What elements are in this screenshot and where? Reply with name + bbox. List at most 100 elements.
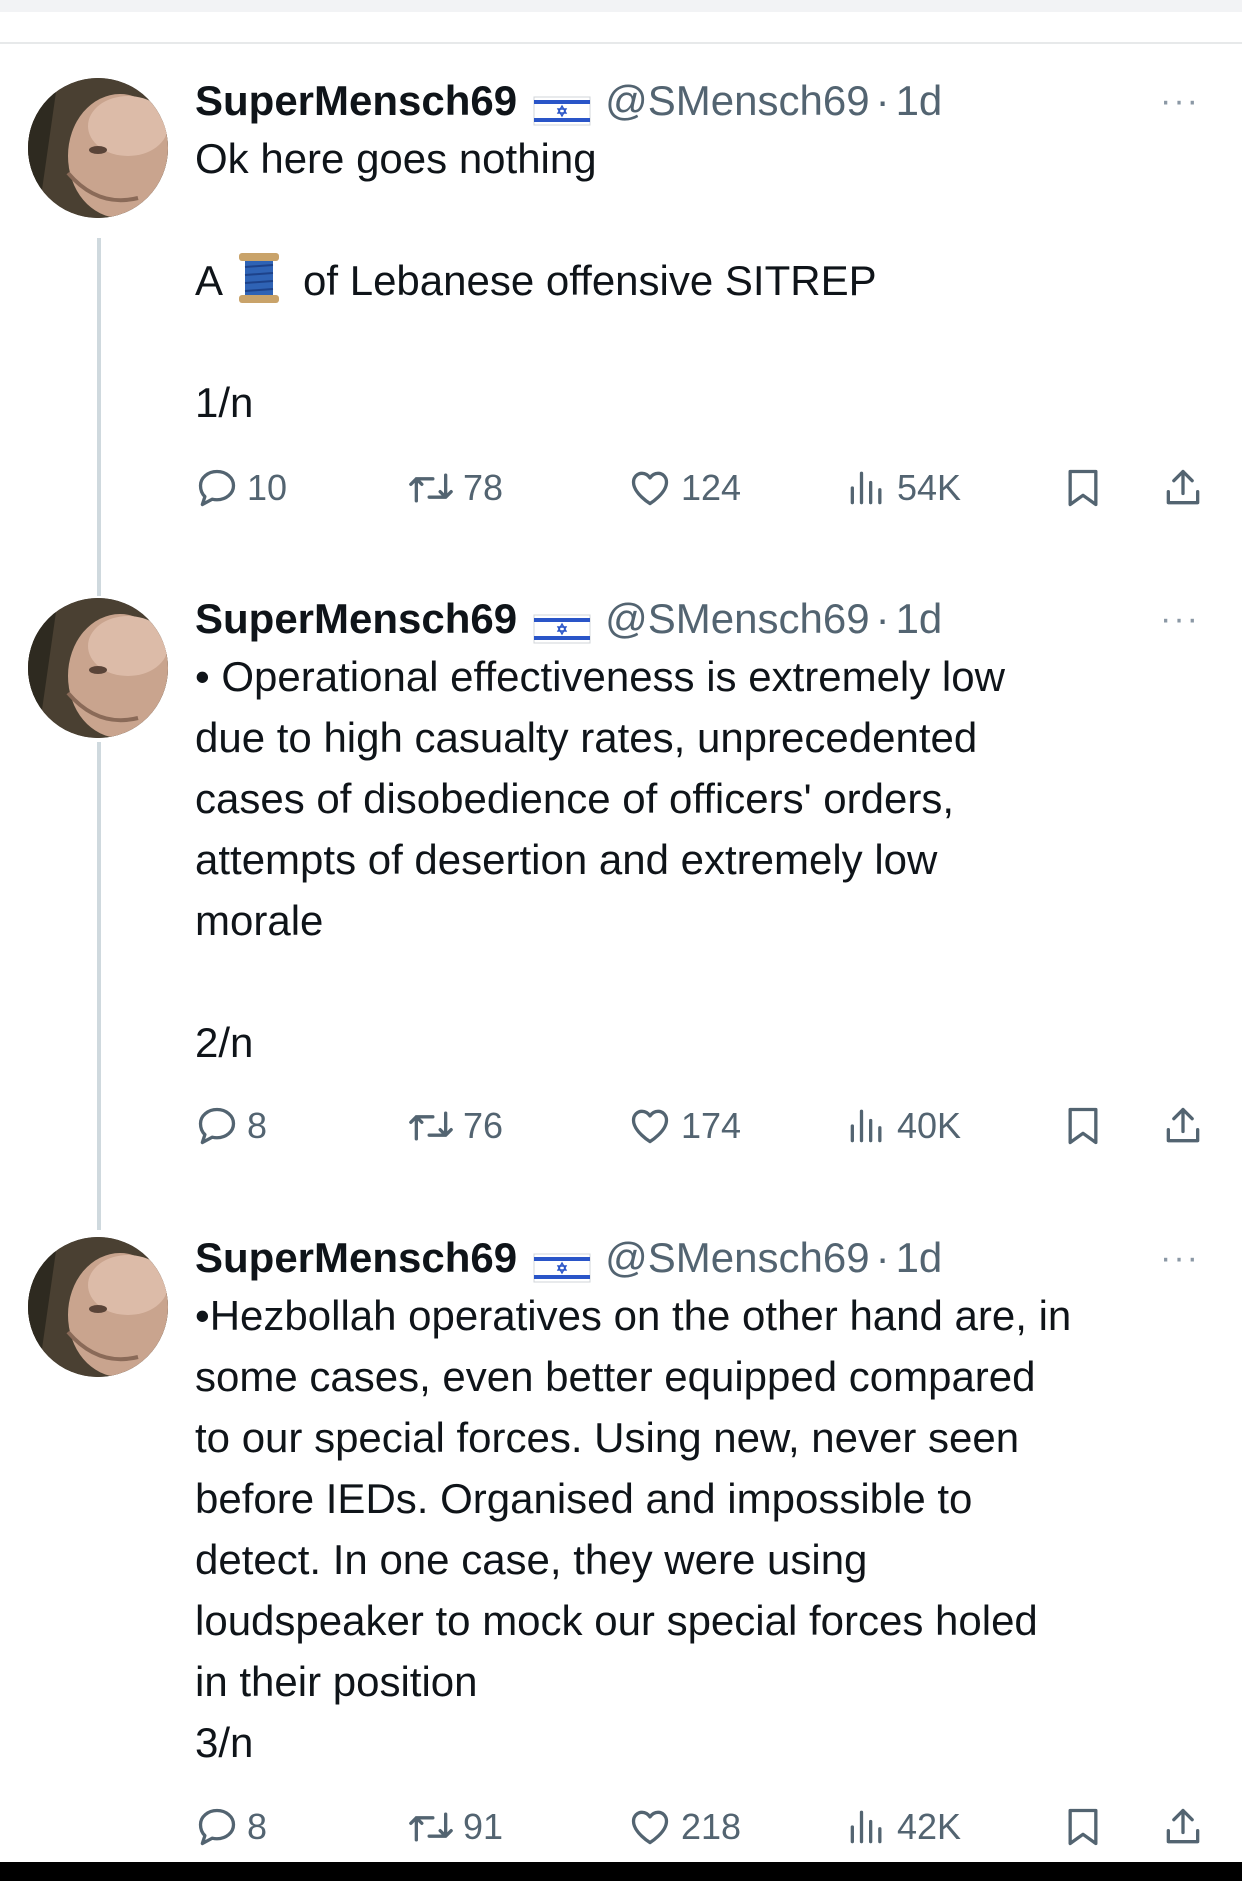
reply-count: 10 [247, 467, 288, 508]
avatar[interactable] [28, 1237, 168, 1377]
like-button[interactable]: 124 [627, 466, 741, 510]
reply-icon [198, 1107, 236, 1145]
text-line: morale [195, 897, 324, 944]
spool-emoji [237, 251, 281, 305]
text-line: detect. In one case, they were using [195, 1536, 868, 1583]
tweet-text: • Operational effectiveness is extremely… [195, 646, 1205, 1073]
retweet-count: 91 [463, 1806, 504, 1847]
reply-count: 8 [247, 1806, 268, 1847]
reply-icon [198, 469, 236, 507]
text-line: Ok here goes nothing [195, 135, 597, 182]
thread-connector [97, 742, 101, 1230]
timestamp[interactable]: 1d [896, 595, 943, 643]
text-line: in their position [195, 1658, 478, 1705]
share-button[interactable] [1161, 1104, 1213, 1148]
retweet-button[interactable]: 78 [407, 466, 503, 510]
text-line: Aof Lebanese offensive SITREP [195, 250, 1205, 311]
text-line: •Hezbollah operatives on the other hand … [195, 1292, 1072, 1339]
reply-button[interactable]: 8 [195, 1104, 267, 1148]
reply-icon [198, 1808, 236, 1846]
tweet-text: Ok here goes nothing Aof Lebanese offens… [195, 128, 1205, 433]
views-button[interactable]: 42K [845, 1805, 961, 1849]
share-icon [1166, 1107, 1200, 1143]
text-line: attempts of desertion and extremely low [195, 836, 938, 883]
retweet-count: 78 [463, 467, 504, 508]
more-icon[interactable]: ··· [1160, 1241, 1200, 1275]
username[interactable]: @SMensch69 [605, 1234, 869, 1282]
views-icon [850, 1810, 882, 1844]
like-icon [631, 471, 669, 506]
divider [0, 42, 1242, 44]
separator-dot: · [875, 77, 890, 124]
like-button[interactable]: 218 [627, 1805, 741, 1849]
bookmark-button[interactable] [1061, 1104, 1113, 1148]
text-line: before IEDs. Organised and impossible to [195, 1475, 973, 1522]
israel-flag-icon [533, 1245, 591, 1283]
israel-flag-icon [533, 606, 591, 644]
more-icon[interactable]: ··· [1160, 84, 1200, 118]
text-line: • Operational effectiveness is extremely… [195, 653, 1005, 700]
share-icon [1166, 1808, 1200, 1844]
reply-button[interactable]: 8 [195, 1805, 267, 1849]
like-icon [631, 1109, 669, 1144]
action-bar: 8 91 218 42K [195, 1805, 1215, 1855]
top-strip [0, 0, 1242, 12]
share-button[interactable] [1161, 466, 1213, 510]
username[interactable]: @SMensch69 [605, 595, 869, 643]
thread-connector [97, 238, 101, 596]
views-icon [850, 471, 882, 505]
timestamp[interactable]: 1d [896, 1234, 943, 1282]
text-line: loudspeaker to mock our special forces h… [195, 1597, 1038, 1644]
retweet-button[interactable]: 91 [407, 1805, 503, 1849]
views-icon [850, 1109, 882, 1143]
text-fragment: A [195, 257, 224, 304]
more-icon[interactable]: ··· [1160, 602, 1200, 636]
text-line: some cases, even better equipped compare… [195, 1353, 1036, 1400]
bookmark-icon [1068, 1107, 1098, 1145]
bookmark-button[interactable] [1061, 466, 1113, 510]
like-icon [631, 1810, 669, 1845]
username[interactable]: @SMensch69 [605, 77, 869, 125]
share-button[interactable] [1161, 1805, 1213, 1849]
separator-dot: · [875, 595, 890, 642]
tweet-header: SuperMensch69 @SMensch69 · 1d [195, 595, 943, 644]
retweet-count: 76 [463, 1105, 504, 1146]
thread-counter: 3/n [195, 1719, 254, 1766]
like-count: 218 [681, 1806, 742, 1847]
display-name[interactable]: SuperMensch69 [195, 77, 517, 125]
thread-counter: 1/n [195, 379, 254, 426]
tweet-header: SuperMensch69 @SMensch69 · 1d [195, 77, 943, 126]
separator-dot: · [875, 1234, 890, 1281]
bookmark-icon [1068, 469, 1098, 507]
like-count: 124 [681, 467, 742, 508]
bookmark-button[interactable] [1061, 1805, 1113, 1849]
views-button[interactable]: 40K [845, 1104, 961, 1148]
bookmark-icon [1068, 1808, 1098, 1846]
timestamp[interactable]: 1d [896, 77, 943, 125]
action-bar: 8 76 174 40K [195, 1104, 1215, 1154]
retweet-icon [409, 1812, 453, 1842]
text-fragment: of Lebanese offensive SITREP [303, 257, 877, 304]
text-line: due to high casualty rates, unprecedente… [195, 714, 978, 761]
avatar[interactable] [28, 78, 168, 218]
share-icon [1166, 469, 1200, 505]
bottom-edge [0, 1862, 1242, 1881]
view-count: 54K [897, 467, 962, 508]
reply-button[interactable]: 10 [195, 466, 287, 510]
retweet-icon [409, 1111, 453, 1141]
israel-flag-icon [533, 88, 591, 126]
text-line: cases of disobedience of officers' order… [195, 775, 954, 822]
text-line: to our special forces. Using new, never … [195, 1414, 1020, 1461]
view-count: 42K [897, 1806, 962, 1847]
retweet-icon [409, 473, 453, 503]
retweet-button[interactable]: 76 [407, 1104, 503, 1148]
view-count: 40K [897, 1105, 962, 1146]
display-name[interactable]: SuperMensch69 [195, 1234, 517, 1282]
tweet-header: SuperMensch69 @SMensch69 · 1d [195, 1234, 943, 1283]
avatar[interactable] [28, 598, 168, 738]
display-name[interactable]: SuperMensch69 [195, 595, 517, 643]
views-button[interactable]: 54K [845, 466, 961, 510]
action-bar: 10 78 124 54K [195, 466, 1215, 516]
like-button[interactable]: 174 [627, 1104, 741, 1148]
like-count: 174 [681, 1105, 742, 1146]
